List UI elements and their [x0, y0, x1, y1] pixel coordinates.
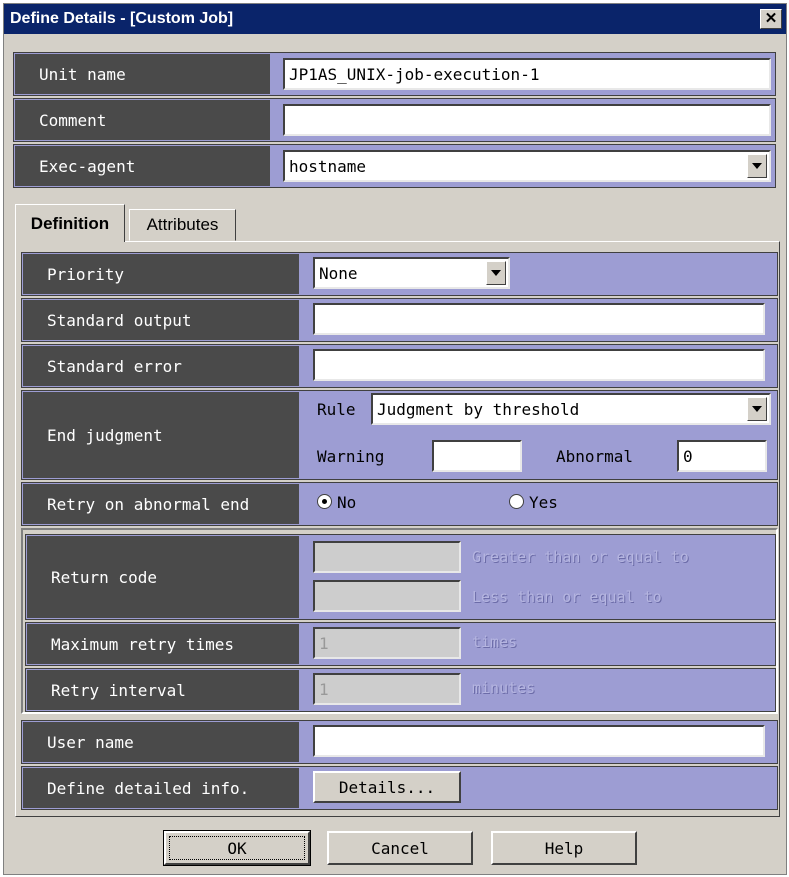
priority-label: Priority	[23, 254, 299, 294]
user-name-input[interactable]	[313, 725, 765, 757]
retry-interval-unit: minutes	[472, 679, 536, 697]
title-bar[interactable]: Define Details - [Custom Job] ✕	[4, 4, 786, 34]
priority-value: None	[319, 263, 358, 283]
abnormal-input[interactable]: 0	[677, 440, 767, 472]
max-retry-unit: times	[472, 633, 518, 651]
chevron-down-icon[interactable]	[747, 154, 767, 178]
exec-agent-label: Exec-agent	[15, 146, 270, 186]
max-retry-label: Maximum retry times	[27, 624, 299, 664]
return-code-gte-text: Greater than or equal to	[472, 548, 689, 566]
return-code-gte-input[interactable]	[313, 541, 461, 573]
comment-label: Comment	[15, 100, 270, 140]
retry-label: Retry on abnormal end	[23, 484, 299, 524]
retry-no-radio[interactable]	[317, 494, 332, 509]
rule-label: Rule	[317, 400, 356, 419]
standard-error-label: Standard error	[23, 346, 299, 386]
tab-attributes[interactable]: Attributes	[129, 209, 236, 241]
max-retry-input[interactable]: 1	[313, 627, 461, 659]
retry-yes-label[interactable]: Yes	[529, 493, 558, 512]
chevron-down-icon[interactable]	[486, 261, 506, 285]
window-title: Define Details - [Custom Job]	[10, 10, 234, 27]
rule-value: Judgment by threshold	[377, 399, 580, 419]
unit-name-label: Unit name	[15, 54, 270, 94]
retry-yes-radio[interactable]	[509, 494, 524, 509]
help-button[interactable]: Help	[491, 831, 637, 865]
chevron-down-icon[interactable]	[747, 397, 767, 421]
close-icon[interactable]: ✕	[760, 9, 782, 29]
details-button[interactable]: Details...	[313, 771, 461, 803]
retry-interval-label: Retry interval	[27, 670, 299, 710]
warning-label: Warning	[317, 447, 385, 466]
exec-agent-select[interactable]: hostname	[283, 150, 771, 182]
standard-output-input[interactable]	[313, 303, 765, 335]
standard-output-label: Standard output	[23, 300, 299, 340]
cancel-button[interactable]: Cancel	[327, 831, 473, 865]
user-name-label: User name	[23, 722, 299, 762]
ok-button[interactable]: OK	[163, 830, 311, 866]
unit-name-input[interactable]: JP1AS_UNIX-job-execution-1	[283, 58, 771, 90]
warning-input[interactable]	[432, 440, 522, 472]
rule-select[interactable]: Judgment by threshold	[371, 393, 771, 425]
return-code-lte-input[interactable]	[313, 580, 461, 612]
end-judgment-label: End judgment	[23, 392, 299, 478]
detailed-info-label: Define detailed info.	[23, 768, 299, 808]
exec-agent-value: hostname	[289, 156, 367, 176]
priority-select[interactable]: None	[313, 257, 510, 289]
abnormal-label: Abnormal	[556, 447, 634, 466]
return-code-lte-text: Less than or equal to	[472, 588, 662, 606]
define-details-dialog: Define Details - [Custom Job] ✕ Unit nam…	[3, 3, 787, 875]
retry-no-label[interactable]: No	[337, 493, 356, 512]
standard-error-input[interactable]	[313, 349, 765, 381]
retry-interval-input[interactable]: 1	[313, 673, 461, 705]
tab-definition[interactable]: Definition	[15, 204, 125, 242]
return-code-label: Return code	[27, 536, 299, 618]
comment-input[interactable]	[283, 104, 771, 136]
